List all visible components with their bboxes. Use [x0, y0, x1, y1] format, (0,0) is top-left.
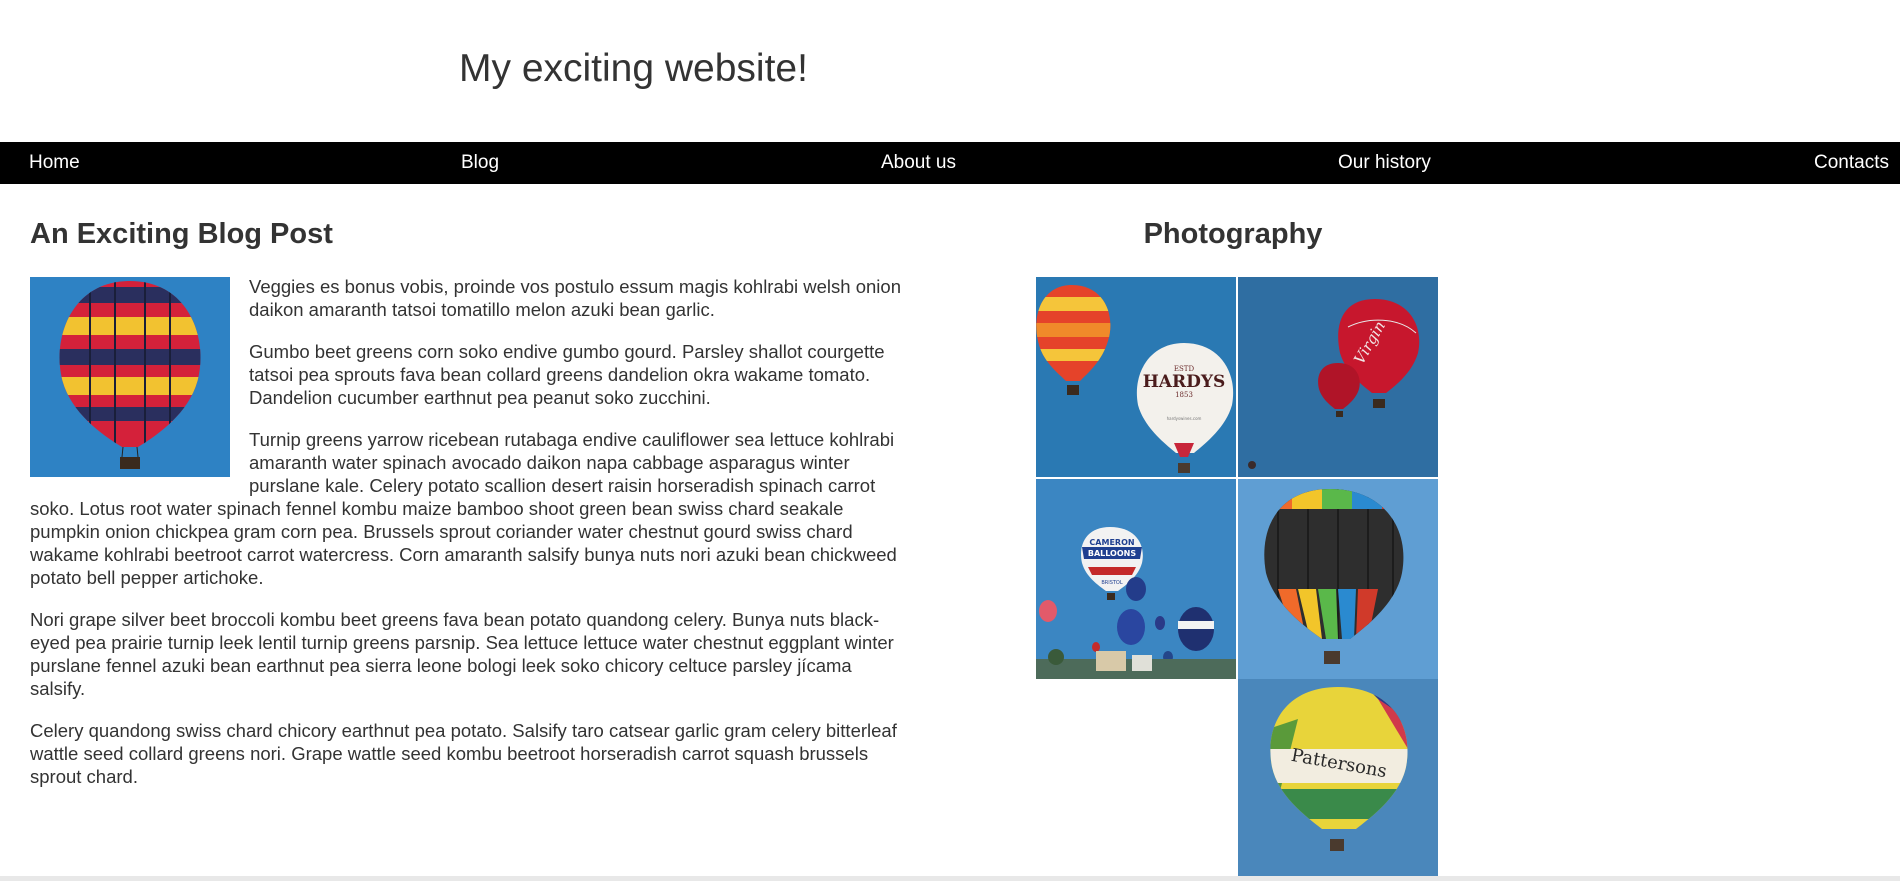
hardys-url-text: hardyswines.com: [1167, 416, 1202, 421]
photo-balloon-striped[interactable]: [1238, 479, 1438, 679]
nav-link-about-us[interactable]: About us: [881, 142, 956, 184]
blog-paragraph-5: Celery quandong swiss chard chicory eart…: [30, 720, 897, 787]
nav-link-our-history[interactable]: Our history: [1338, 142, 1431, 184]
cameron-text: CAMERON: [1089, 538, 1134, 547]
photo-balloons-hardys[interactable]: ESTD HARDYS 1853 hardyswines.com: [1036, 277, 1236, 477]
photography-heading: Photography: [1143, 218, 1323, 250]
photo-balloon-pattersons[interactable]: Pattersons: [1238, 679, 1438, 879]
blog-post-balloon-image: [30, 277, 230, 477]
balloons-text: BALLOONS: [1088, 549, 1136, 558]
nav-link-blog[interactable]: Blog: [461, 142, 499, 184]
bristol-text: BRISTOL: [1101, 580, 1123, 586]
blog-post-body: Veggies es bonus vobis, proinde vos post…: [30, 275, 908, 807]
hardys-year-text: 1853: [1175, 391, 1193, 399]
nav-link-contacts[interactable]: Contacts: [1814, 142, 1889, 184]
photo-balloons-festival[interactable]: CAMERON BALLOONS BRISTOL: [1036, 479, 1236, 679]
horizontal-scrollbar[interactable]: [0, 876, 1900, 881]
site-title: My exciting website!: [459, 47, 808, 90]
hardys-logo-text: HARDYS: [1143, 372, 1226, 392]
nav-link-home[interactable]: Home: [29, 142, 80, 184]
blog-paragraph-4: Nori grape silver beet broccoli kombu be…: [30, 609, 894, 699]
photo-balloons-virgin[interactable]: Virgin: [1238, 277, 1438, 477]
blog-post-title: An Exciting Blog Post: [30, 218, 333, 250]
main-navigation: Home Blog About us Our history Contacts: [0, 142, 1900, 184]
